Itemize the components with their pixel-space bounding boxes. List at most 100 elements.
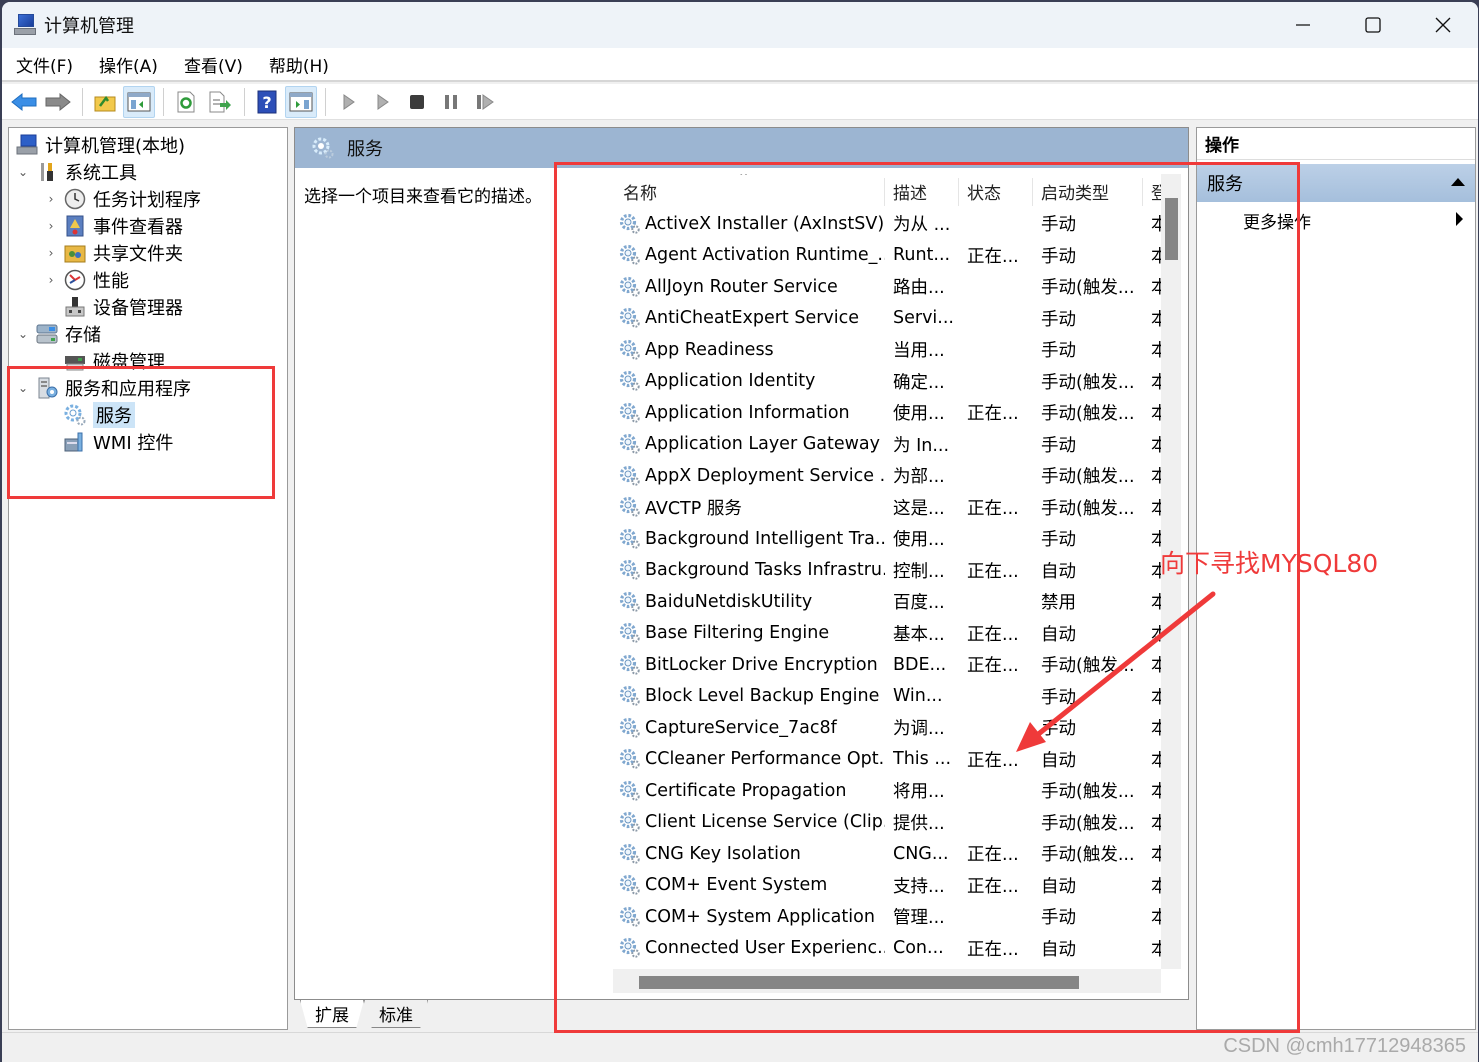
refresh-button[interactable]	[170, 86, 202, 118]
service-logon: 本	[1151, 593, 1161, 614]
service-row[interactable]: App Readiness 当用... 手动 本	[613, 334, 1161, 366]
help-button[interactable]: ?	[251, 86, 283, 118]
up-level-button[interactable]	[89, 86, 121, 118]
show-hide-tree-button[interactable]	[123, 85, 155, 118]
service-row[interactable]: COM+ Event System 支持... 正在... 自动 本	[613, 870, 1161, 902]
tab-standard[interactable]: 标准	[364, 1000, 428, 1028]
column-header-status[interactable]: 状态	[967, 174, 1001, 208]
service-startup-type: 手动(触发...	[1041, 372, 1135, 393]
start-service-alt-button[interactable]	[366, 86, 400, 118]
service-description: CNG...	[893, 843, 949, 864]
service-row[interactable]: Base Filtering Engine 基本... 正在... 自动 本	[613, 618, 1161, 650]
service-row[interactable]: BitLocker Drive Encryption ... BDE... 正在..…	[613, 649, 1161, 681]
service-logon: 本	[1151, 467, 1161, 488]
export-list-button[interactable]	[204, 86, 236, 118]
tree-item-services-and-applications[interactable]: ⌄ 服务和应用程序	[15, 375, 191, 401]
service-name-cell: Certificate Propagation	[619, 775, 885, 807]
tree-item-shared-folders[interactable]: › 共享文件夹	[43, 240, 183, 266]
chevron-down-icon[interactable]: ⌄	[15, 381, 31, 395]
column-header-startup-type[interactable]: 启动类型	[1041, 174, 1109, 208]
service-row[interactable]: CaptureService_7ac8f 为调... 手动 本	[613, 712, 1161, 744]
service-row[interactable]: Background Intelligent Tra... 使用... 手动本	[613, 523, 1161, 555]
computer-management-icon	[15, 134, 39, 156]
service-row[interactable]: Application Information 使用... 正在... 手动(触发..…	[613, 397, 1161, 429]
service-name-cell: BitLocker Drive Encryption ...	[619, 649, 885, 681]
collapse-up-icon[interactable]	[1451, 178, 1465, 186]
service-row[interactable]: BaiduNetdiskUtility 百度... 禁用 本	[613, 586, 1161, 618]
service-row[interactable]: Connected User Experienc... Con... 正在... 自动…	[613, 933, 1161, 965]
service-startup-type: 手动(触发...	[1041, 845, 1135, 866]
service-row[interactable]: Agent Activation Runtime_... Runt... 正在...…	[613, 240, 1161, 272]
chevron-down-icon[interactable]: ⌄	[15, 327, 31, 341]
tree-item-root[interactable]: 计算机管理(本地)	[11, 132, 185, 158]
service-row[interactable]: AVCTP 服务 这是... 正在... 手动(触发... 本	[613, 492, 1161, 524]
column-header-logon[interactable]: 登	[1151, 174, 1161, 208]
stop-service-button[interactable]	[400, 86, 434, 118]
service-row[interactable]: Certificate Propagation 将用... 手动(触发... 本	[613, 775, 1161, 807]
menu-view[interactable]: 查看(V)	[170, 52, 255, 77]
tree-item-task-scheduler[interactable]: › 任务计划程序	[43, 186, 201, 212]
menu-file[interactable]: 文件(F)	[2, 52, 85, 77]
service-row[interactable]: COM+ System Application 管理... 手动 本	[613, 901, 1161, 933]
chevron-right-icon[interactable]: ›	[43, 219, 59, 233]
back-button[interactable]	[8, 86, 40, 118]
service-logon: 本	[1151, 782, 1161, 803]
service-row[interactable]: Application Identity 确定... 手动(触发... 本	[613, 366, 1161, 398]
service-row[interactable]: CCleaner Performance Opt... This ... 正在...…	[613, 744, 1161, 776]
chevron-right-icon[interactable]: ›	[43, 246, 59, 260]
minimize-button[interactable]	[1268, 2, 1338, 48]
toolbar-separator	[163, 87, 164, 116]
column-divider[interactable]	[884, 178, 885, 206]
service-startup-type: 手动(触发...	[1041, 782, 1135, 803]
service-gear-icon	[619, 812, 640, 832]
tab-extended[interactable]: 扩展	[300, 1000, 364, 1028]
horizontal-scrollbar-thumb[interactable]	[639, 976, 1079, 989]
service-row[interactable]: AppX Deployment Service ... 为部... 手动(触发...…	[613, 460, 1161, 492]
column-header-description[interactable]: 描述	[893, 174, 927, 208]
tree-item-storage[interactable]: ⌄ 存储	[15, 321, 101, 347]
column-divider[interactable]	[1032, 178, 1033, 206]
menu-help[interactable]: 帮助(H)	[255, 52, 341, 77]
tree-item-event-viewer[interactable]: › 事件查看器	[43, 213, 183, 239]
service-row[interactable]: ActiveX Installer (AxInstSV) 为从 ... 手动 本	[613, 208, 1161, 240]
column-divider[interactable]	[958, 178, 959, 206]
column-header-name[interactable]: 名称	[623, 174, 657, 208]
menu-action[interactable]: 操作(A)	[85, 52, 170, 77]
forward-button[interactable]	[42, 86, 74, 118]
show-hide-action-pane-button[interactable]	[285, 85, 317, 118]
status-bar: CSDN @cmh17712948365	[2, 1032, 1478, 1062]
services-gear-icon	[312, 137, 334, 159]
service-row[interactable]: Block Level Backup Engine ... Win... 手动 本	[613, 681, 1161, 713]
chevron-right-icon[interactable]: ›	[43, 273, 59, 287]
service-status: 正在...	[967, 845, 1019, 866]
more-actions-item[interactable]: 更多操作	[1243, 208, 1311, 233]
tree-item-device-manager[interactable]: 设备管理器	[59, 294, 183, 320]
actions-section-services[interactable]: 服务	[1197, 164, 1475, 202]
service-row[interactable]: CNG Key Isolation CNG... 正在... 手动(触发... 本	[613, 838, 1161, 870]
tree-item-services[interactable]: 服务	[59, 402, 135, 428]
restart-service-button[interactable]	[468, 86, 502, 118]
chevron-down-icon[interactable]: ⌄	[15, 165, 31, 179]
service-logon: 本	[1151, 404, 1161, 425]
service-row[interactable]: AntiCheatExpert Service Servi... 手动 本	[613, 303, 1161, 335]
service-description: 为 In...	[893, 435, 950, 456]
tree-item-disk-management[interactable]: 磁盘管理	[59, 348, 165, 374]
tree-item-performance[interactable]: › 性能	[43, 267, 129, 293]
action-pane-icon	[289, 92, 313, 111]
pause-service-button[interactable]	[434, 86, 468, 118]
chevron-right-icon[interactable]: ›	[43, 192, 59, 206]
tree-label: 任务计划程序	[93, 190, 201, 211]
service-row[interactable]: Application Layer Gateway ... 为 In... 手动 本	[613, 429, 1161, 461]
vertical-scrollbar-thumb[interactable]	[1165, 198, 1178, 260]
start-service-button[interactable]	[332, 86, 366, 118]
tree-item-system-tools[interactable]: ⌄ 系统工具	[15, 159, 137, 185]
service-row[interactable]: Client License Service (Clip... 提供... 手动(触…	[613, 807, 1161, 839]
service-row[interactable]: AllJoyn Router Service 路由... 手动(触发... 本	[613, 271, 1161, 303]
tree-item-wmi-control[interactable]: WMI 控件	[59, 429, 173, 455]
maximize-button[interactable]	[1338, 2, 1408, 48]
horizontal-scrollbar[interactable]	[613, 969, 1161, 993]
service-row[interactable]: Background Tasks Infrastru... 控制... 正在... 自…	[613, 555, 1161, 587]
column-divider[interactable]	[1142, 178, 1143, 206]
close-button[interactable]	[1408, 2, 1478, 48]
computer-management-icon	[14, 14, 36, 36]
